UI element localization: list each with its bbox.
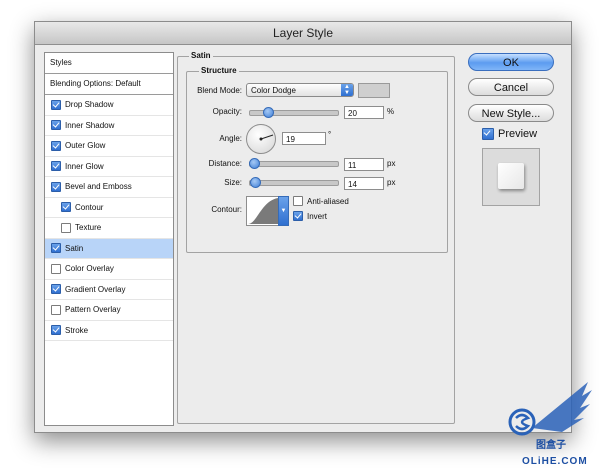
style-item[interactable]: Inner Shadow: [45, 116, 173, 136]
preview-square: [498, 163, 524, 189]
preview-thumbnail: [482, 148, 540, 206]
style-checkbox[interactable]: [51, 304, 61, 315]
cancel-button[interactable]: Cancel: [468, 78, 554, 96]
opacity-unit: %: [387, 107, 395, 116]
style-checkbox[interactable]: [51, 284, 61, 295]
size-slider[interactable]: [249, 180, 339, 186]
angle-dial[interactable]: [246, 124, 276, 154]
style-item[interactable]: Bevel and Emboss: [45, 177, 173, 198]
blend-mode-value: Color Dodge: [251, 86, 296, 95]
blend-color-swatch[interactable]: [358, 83, 390, 98]
style-item-label: Color Overlay: [65, 264, 114, 273]
style-item[interactable]: Color Overlay: [45, 259, 173, 280]
size-field[interactable]: 14: [344, 177, 384, 190]
style-item-label: Outer Glow: [65, 141, 106, 150]
style-checkbox[interactable]: [51, 99, 61, 110]
watermark-url: OLiHE.COM: [522, 456, 588, 467]
satin-group-label: Satin: [189, 51, 213, 60]
style-item-label: Texture: [75, 223, 102, 232]
style-checkbox[interactable]: [51, 140, 61, 151]
style-item-label: Inner Glow: [65, 161, 104, 171]
invert-checkbox[interactable]: [293, 211, 303, 221]
style-checkbox[interactable]: [51, 243, 61, 254]
style-item-label: Inner Shadow: [65, 120, 115, 130]
window-title: Layer Style: [35, 22, 571, 45]
angle-field[interactable]: 19: [282, 132, 326, 145]
styles-header[interactable]: Styles: [45, 53, 173, 74]
style-item-label: Stroke: [65, 325, 89, 335]
distance-field[interactable]: 11: [344, 158, 384, 171]
angle-needle-icon: [259, 134, 274, 141]
select-arrows-icon: ▲ ▼: [341, 84, 353, 96]
distance-slider-knob[interactable]: [248, 158, 260, 169]
preview-checkbox[interactable]: [482, 128, 494, 140]
angle-label: Angle:: [219, 134, 242, 143]
style-item[interactable]: Outer Glow: [45, 136, 173, 157]
style-item[interactable]: Satin: [45, 238, 173, 259]
preview-label: Preview: [498, 128, 538, 140]
contour-picker[interactable]: [246, 196, 280, 226]
style-item[interactable]: Stroke: [45, 321, 173, 341]
style-checkbox[interactable]: [61, 222, 71, 233]
styles-list: Styles Blending Options: Default Drop Sh…: [44, 52, 174, 426]
style-items: Drop Shadow Inner Shadow Outer Glow Inner G…: [45, 95, 173, 341]
style-checkbox[interactable]: [51, 120, 61, 131]
anti-aliased-label: Anti-aliased: [307, 196, 349, 206]
invert-label: Invert: [307, 211, 328, 221]
new-style-button[interactable]: New Style...: [468, 104, 554, 122]
anti-aliased-checkbox[interactable]: [293, 196, 303, 206]
style-item-label: Bevel and Emboss: [65, 182, 132, 191]
blend-mode-label: Blend Mode:: [197, 86, 242, 95]
style-checkbox[interactable]: [51, 161, 61, 172]
size-slider-knob[interactable]: [249, 177, 261, 188]
style-checkbox[interactable]: [51, 263, 61, 274]
style-item-label: Drop Shadow: [65, 100, 114, 109]
ok-button[interactable]: OK: [468, 53, 554, 71]
blending-options-item[interactable]: Blending Options: Default: [45, 74, 173, 95]
style-checkbox[interactable]: [51, 181, 61, 192]
distance-unit: px: [387, 159, 396, 168]
distance-slider[interactable]: [249, 161, 339, 167]
watermark-text: 图盒子: [536, 440, 566, 451]
style-item[interactable]: Drop Shadow: [45, 95, 173, 116]
style-checkbox[interactable]: [51, 325, 61, 336]
contour-label: Contour:: [211, 205, 242, 214]
style-item[interactable]: Contour: [45, 198, 173, 218]
style-checkbox[interactable]: [61, 202, 71, 213]
preview-toggle[interactable]: Preview: [482, 128, 537, 140]
contour-curve-icon: [248, 198, 278, 224]
contour-dropdown-arrow[interactable]: ▼: [278, 196, 289, 226]
size-unit: px: [387, 178, 396, 187]
anti-aliased-row[interactable]: Anti-aliased: [293, 196, 349, 206]
angle-unit: °: [328, 130, 332, 139]
style-item[interactable]: Texture: [45, 218, 173, 239]
style-item-label: Satin: [65, 243, 84, 253]
style-item[interactable]: Inner Glow: [45, 157, 173, 177]
distance-label: Distance:: [208, 159, 242, 168]
invert-row[interactable]: Invert: [293, 211, 327, 221]
structure-group-label: Structure: [199, 66, 239, 75]
style-item-label: Contour: [75, 202, 104, 212]
style-item[interactable]: Pattern Overlay: [45, 300, 173, 321]
blend-mode-select[interactable]: Color Dodge ▲ ▼: [246, 83, 354, 97]
opacity-label: Opacity:: [212, 107, 242, 116]
opacity-slider-knob[interactable]: [262, 107, 274, 118]
size-label: Size:: [224, 178, 242, 187]
style-item-label: Gradient Overlay: [65, 284, 126, 294]
opacity-field[interactable]: 20: [344, 106, 384, 119]
style-item[interactable]: Gradient Overlay: [45, 280, 173, 300]
style-item-label: Pattern Overlay: [65, 305, 121, 314]
